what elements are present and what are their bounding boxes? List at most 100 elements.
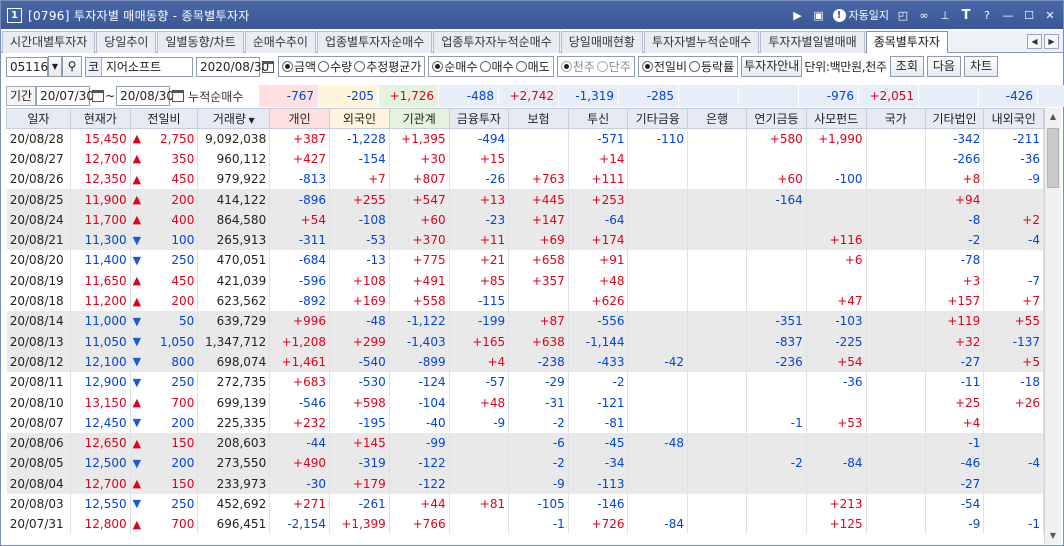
table-row[interactable]: 20/08/24 11,700 ▲ 400 864,580 +54 -108 +60 -23 +1… [6, 209, 1044, 230]
sort-dropdown-icon[interactable]: ▼ [246, 116, 255, 125]
font-icon[interactable]: T [959, 8, 973, 23]
column-header[interactable]: 금융투자 [448, 108, 510, 129]
stock-code-input[interactable]: 051160 [6, 56, 56, 77]
column-header[interactable]: 일자 [6, 108, 71, 129]
tab-2[interactable]: 일별동향/차트 [157, 31, 244, 53]
table-row[interactable]: 20/08/20 11,400 ▼ 250 470,051 -684 -13 +775 +21 +… [6, 250, 1044, 271]
table-row[interactable]: 20/08/05 12,500 ▼ 200 273,550 +490 -319 -122 -2-… [6, 453, 1044, 474]
column-header[interactable]: 투신 [567, 108, 629, 129]
table-row[interactable]: 20/08/27 12,700 ▲ 350 960,112 +427 -154 +30 +15 +… [6, 148, 1044, 170]
table-row[interactable]: 20/08/11 12,900 ▼ 250 272,735 +683 -530 -124 -57… [6, 372, 1044, 393]
calendar-icon[interactable] [172, 90, 185, 102]
column-header[interactable]: 연기금등 [746, 108, 807, 129]
column-header[interactable]: 내외국인 [983, 108, 1044, 129]
scroll-down-icon[interactable]: ▼ [1045, 527, 1061, 544]
chart-button[interactable]: 차트 [963, 56, 999, 77]
table-row[interactable]: 20/08/13 11,050 ▼ 1,050 1,347,712 +1,208 +299-… [6, 331, 1044, 352]
volume-cell: 960,112 [197, 148, 271, 170]
tab-0[interactable]: 시간대별투자자 [2, 31, 96, 53]
column-header[interactable]: 전일비 [129, 108, 199, 129]
table-row[interactable]: 20/08/06 12,650 ▲ 150 208,603 -44 +145 -99 -6 -45… [6, 432, 1044, 454]
column-header[interactable]: 외국인 [329, 108, 390, 129]
table-row[interactable]: 20/08/28 15,450 ▲ 2,750 9,092,038 +387 -1,228 +… [6, 128, 1044, 149]
radio-buy[interactable]: 매수 [479, 58, 514, 75]
volume-cell: 421,039 [197, 270, 271, 291]
radio-thousand-shares[interactable]: 천주 [560, 58, 595, 75]
journal-button[interactable]: ! 자동일지 [832, 7, 889, 23]
investor-net-cell: +445 [508, 189, 569, 210]
scroll-thumb[interactable] [1047, 128, 1059, 188]
title-bar[interactable]: 1 [0796] 투자자별 매매동향 - 종목별투자자 ▶ ▣ ! 자동일지 ◰ … [1, 1, 1063, 29]
tab-8[interactable]: 투자자별일별매매 [760, 31, 865, 53]
code-dropdown-icon[interactable]: ▼ [48, 56, 62, 77]
calendar-icon[interactable] [92, 90, 105, 102]
tab-next-icon[interactable]: ▶ [1044, 34, 1059, 49]
maximize-icon[interactable]: ☐ [1022, 8, 1036, 22]
investor-grid[interactable]: 일자 현재가 전일비 거래량 ▼ 개인 외국인 기관계 금융투자 보험 투신 기타금융 은행 연기금등 사… [6, 108, 1044, 535]
column-header[interactable]: 은행 [686, 108, 748, 129]
radio-off-icon [515, 61, 527, 72]
stock-name-field[interactable]: 코 지어소프트 [85, 56, 193, 77]
tab-5[interactable]: 업종투자자누적순매수 [433, 31, 560, 53]
tab-prev-icon[interactable]: ◀ [1027, 34, 1042, 49]
radio-quantity[interactable]: 수량 [318, 58, 352, 75]
investor-net-cell [449, 473, 510, 494]
column-header[interactable]: 보험 [508, 108, 569, 129]
tab-3[interactable]: 순매수추이 [244, 31, 316, 53]
next-button[interactable]: 다음 [926, 56, 961, 77]
table-row[interactable]: 20/07/31 12,800 ▲ 700 696,451 -2,154 +1,399 +76… [6, 514, 1044, 535]
radio-amount[interactable]: 금액 [282, 58, 316, 75]
date-input[interactable]: 2020/08/30 [196, 56, 269, 77]
screen-icon[interactable]: ▣ [812, 8, 826, 22]
arrow-right-icon[interactable]: ▶ [791, 8, 805, 22]
radio-sell[interactable]: 매도 [515, 58, 550, 75]
scroll-up-icon[interactable]: ▲ [1045, 108, 1061, 125]
column-header[interactable]: 사모펀드 [805, 108, 867, 129]
journal-label: 자동일지 [848, 9, 889, 22]
column-header[interactable]: 현재가 [69, 108, 131, 129]
radio-change-rate[interactable]: 등락률 [689, 58, 734, 75]
tab-6[interactable]: 당일매매현황 [560, 31, 643, 53]
column-header[interactable]: 국가 [865, 108, 926, 129]
layout-icon[interactable]: ◰ [896, 8, 910, 22]
column-header[interactable]: 거래량 ▼ [197, 108, 271, 129]
period-to-input[interactable]: 20/08/30 [116, 86, 174, 106]
pin-icon[interactable]: ⊥ [938, 8, 952, 22]
radio-single-shares[interactable]: 단주 [596, 58, 631, 75]
period-from-input[interactable]: 20/07/30 [36, 86, 94, 106]
tab-7[interactable]: 투자자별누적순매수 [643, 31, 760, 53]
calendar-icon[interactable] [262, 60, 274, 73]
table-row[interactable]: 20/08/19 11,650 ▲ 450 421,039 -596 +108 +491 +85… [6, 270, 1044, 291]
investor-net-cell: +11 [449, 229, 510, 251]
column-header[interactable]: 개인 [269, 108, 330, 129]
tab-4[interactable]: 업종별투자자순매수 [316, 31, 433, 53]
tab-1[interactable]: 당일추이 [96, 31, 157, 53]
minimize-icon[interactable]: — [1001, 8, 1015, 22]
vertical-scrollbar[interactable]: ▲ ▼ [1044, 108, 1061, 544]
table-row[interactable]: 20/08/04 12,700 ▲ 150 233,973 -30 +179 -122 -9 -1… [6, 473, 1044, 494]
table-row[interactable]: 20/08/03 12,550 ▼ 250 452,692 +271 -261 +44 +81-… [6, 493, 1044, 515]
table-row[interactable]: 20/08/10 13,150 ▲ 700 699,139 -546 +598 -104 +48… [6, 392, 1044, 413]
column-header[interactable]: 기타법인 [924, 108, 985, 129]
table-row[interactable]: 20/08/12 12,100 ▼ 800 698,074 +1,461 -540 -899 +… [6, 351, 1044, 373]
table-row[interactable]: 20/08/21 11,300 ▼ 100 265,913 -311 -53 +370 +11 +… [6, 229, 1044, 251]
table-row[interactable]: 20/08/07 12,450 ▼ 200 225,335 +232 -195 -40 -9 -2… [6, 412, 1044, 433]
radio-avg-price[interactable]: 추정평균가 [354, 58, 421, 75]
help-icon[interactable]: ? [980, 8, 994, 22]
link-icon[interactable]: ∞ [917, 8, 931, 22]
search-icon[interactable]: ⚲ [62, 56, 82, 77]
close-icon[interactable]: ✕ [1043, 8, 1057, 22]
table-row[interactable]: 20/08/18 11,200 ▲ 200 623,562 -892 +169 +558 -11… [6, 290, 1044, 312]
investor-guide-button[interactable]: 투자자안내 [741, 56, 803, 77]
radio-net-buy[interactable]: 순매수 [432, 58, 478, 75]
radio-label: 전일비 [653, 60, 688, 74]
table-row[interactable]: 20/08/25 11,900 ▲ 200 414,122 -896 +255 +547 +13… [6, 189, 1044, 210]
query-button[interactable]: 조회 [889, 56, 924, 77]
table-row[interactable]: 20/08/26 12,350 ▲ 450 979,922 -813 +7 +807 -26 +7… [6, 169, 1044, 190]
date-cell: 20/08/13 [6, 331, 71, 352]
radio-prev-day-diff[interactable]: 전일비 [641, 58, 688, 75]
column-header[interactable]: 기타금융 [627, 108, 688, 129]
tab-9[interactable]: 종목별투자자 [865, 31, 948, 53]
column-header[interactable]: 기관계 [388, 108, 450, 129]
table-row[interactable]: 20/08/14 11,000 ▼ 50 639,729 +996 -48 -1,122 -19… [6, 311, 1044, 332]
